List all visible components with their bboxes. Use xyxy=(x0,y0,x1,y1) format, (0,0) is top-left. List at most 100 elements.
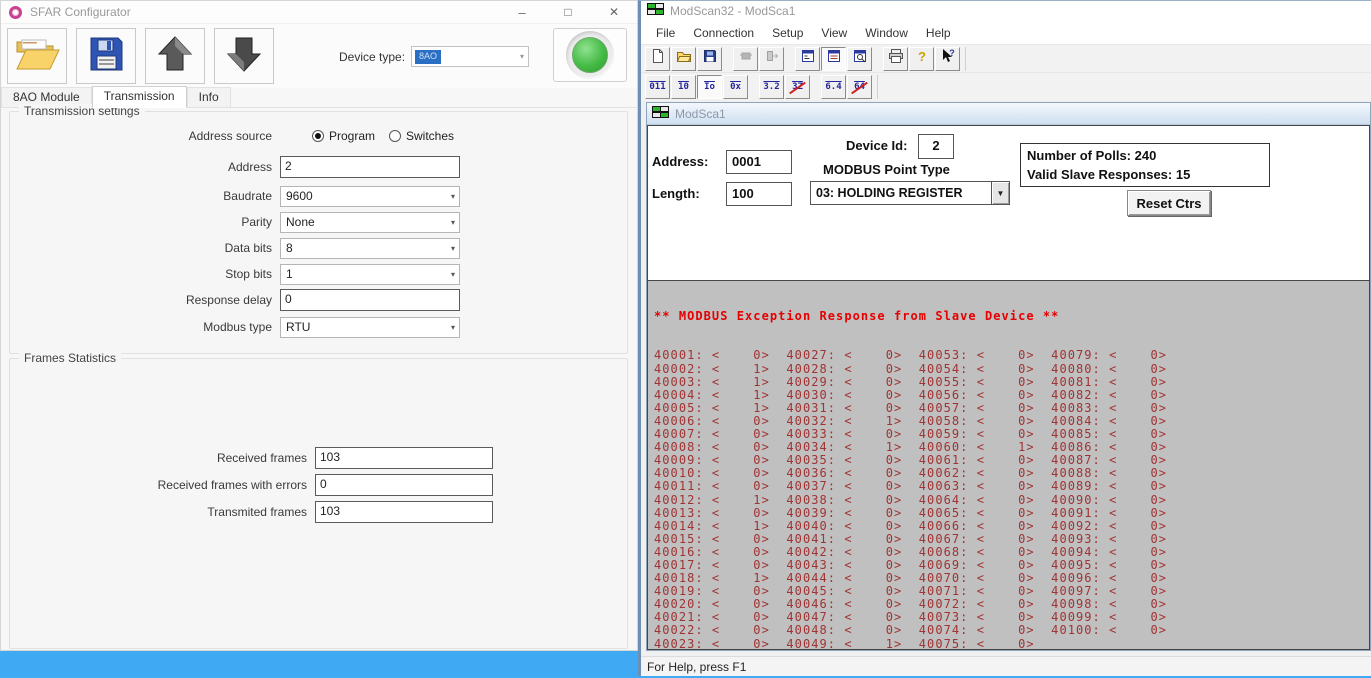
reset-ctrs-button[interactable]: Reset Ctrs xyxy=(1127,190,1211,216)
format-integer-button[interactable]: Io xyxy=(697,75,722,99)
baudrate-dropdown[interactable]: 9600 xyxy=(280,186,460,207)
open-config-button[interactable] xyxy=(7,28,67,84)
number-of-polls: Number of Polls: 240 xyxy=(1027,146,1263,165)
show-data-button[interactable] xyxy=(821,47,846,71)
open-file-button[interactable] xyxy=(671,47,696,71)
received-frames-label: Received frames xyxy=(10,451,307,465)
radio-program-circle[interactable] xyxy=(312,130,324,142)
format-hex-button[interactable]: 0x xyxy=(723,75,748,99)
arrow-up-icon xyxy=(155,34,195,79)
format-decimal-button[interactable]: 10 xyxy=(671,75,696,99)
register-grid: 40001: < 0> 40027: < 0> 40053: < 0> 4007… xyxy=(654,349,1369,650)
context-help-button[interactable]: ? xyxy=(935,47,960,71)
connection-status-button[interactable] xyxy=(553,28,627,82)
register-row: 40011: < 0> 40037: < 0> 40063: < 0> 4008… xyxy=(654,480,1369,493)
menu-view[interactable]: View xyxy=(812,26,856,40)
chevron-down-icon[interactable] xyxy=(991,182,1009,204)
show-definition-icon xyxy=(800,48,816,69)
sfar-tab-bar: 8AO Module Transmission Info xyxy=(1,88,637,108)
exception-response-header: ** MODBUS Exception Response from Slave … xyxy=(654,310,1369,323)
disconnect-button[interactable] xyxy=(759,47,784,71)
modscan-titlebar: ModScan32 - ModSca1 xyxy=(641,1,1371,21)
frames-statistics-legend: Frames Statistics xyxy=(19,351,121,365)
sfar-titlebar: SFAR Configurator xyxy=(1,1,637,24)
sfar-toolbar: Device type: 8AO xyxy=(1,24,637,88)
format-decimal-label: 10 xyxy=(678,82,689,92)
menu-help[interactable]: Help xyxy=(917,26,960,40)
context-help-icon: ? xyxy=(940,48,956,69)
radio-switches-label: Switches xyxy=(406,129,454,143)
connect-button[interactable] xyxy=(733,47,758,71)
new-file-button[interactable] xyxy=(645,47,670,71)
save-file-icon xyxy=(702,48,718,69)
save-file-button[interactable] xyxy=(697,47,722,71)
write-to-device-button[interactable] xyxy=(214,28,274,84)
address-input[interactable]: 2 xyxy=(280,156,460,178)
menu-file[interactable]: File xyxy=(647,26,684,40)
point-type-dropdown[interactable]: 03: HOLDING REGISTER xyxy=(810,181,1010,205)
modscan-menubar: File Connection Setup View Window Help xyxy=(641,21,1371,44)
device-type-selected-value: 8AO xyxy=(415,50,441,64)
device-type-label: Device type: xyxy=(339,50,405,64)
data-bits-value: 8 xyxy=(281,241,293,255)
new-file-icon xyxy=(650,48,666,69)
menu-setup[interactable]: Setup xyxy=(763,26,812,40)
minimize-button[interactable] xyxy=(499,1,545,23)
received-frames-errors-value[interactable]: 0 xyxy=(315,474,493,496)
modbus-type-value: RTU xyxy=(281,320,310,334)
register-row: 40023: < 0> 40049: < 1> 40075: < 0> xyxy=(654,638,1369,650)
radio-switches-circle[interactable] xyxy=(389,130,401,142)
transmited-frames-value[interactable]: 103 xyxy=(315,501,493,523)
format-double-button[interactable]: 6.4 xyxy=(821,75,846,99)
transmission-settings-group: Transmission settings Address source Pro… xyxy=(9,111,628,354)
tab-info[interactable]: Info xyxy=(187,87,231,107)
format-swapped-float-label: 3Z xyxy=(792,82,803,92)
radio-switches[interactable]: Switches xyxy=(389,129,454,143)
print-button[interactable] xyxy=(883,47,908,71)
stop-bits-label: Stop bits xyxy=(10,267,272,281)
device-type-dropdown[interactable]: 8AO xyxy=(411,46,529,67)
show-definition-button[interactable] xyxy=(795,47,820,71)
format-binary-button[interactable]: 011 xyxy=(645,75,670,99)
menu-window[interactable]: Window xyxy=(856,26,917,40)
chevron-down-icon xyxy=(451,192,455,201)
register-row: 40005: < 1> 40031: < 0> 40057: < 0> 4008… xyxy=(654,402,1369,415)
device-id-label: Device Id: xyxy=(846,138,907,153)
radio-program-label: Program xyxy=(329,129,375,143)
stop-bits-dropdown[interactable]: 1 xyxy=(280,264,460,285)
point-type-label: MODBUS Point Type xyxy=(823,162,950,177)
format-float-button[interactable]: 3.2 xyxy=(759,75,784,99)
received-frames-value[interactable]: 103 xyxy=(315,447,493,469)
parity-dropdown[interactable]: None xyxy=(280,212,460,233)
save-icon xyxy=(86,34,126,79)
close-button[interactable] xyxy=(591,1,637,23)
chevron-down-icon xyxy=(451,323,455,332)
show-traffic-button[interactable] xyxy=(847,47,872,71)
register-row: 40012: < 1> 40038: < 0> 40064: < 0> 4009… xyxy=(654,494,1369,507)
modbus-type-dropdown[interactable]: RTU xyxy=(280,317,460,338)
register-row: 40004: < 1> 40030: < 0> 40056: < 0> 4008… xyxy=(654,389,1369,402)
register-row: 40002: < 1> 40028: < 0> 40054: < 0> 4008… xyxy=(654,363,1369,376)
show-traffic-icon xyxy=(852,48,868,69)
menu-connection[interactable]: Connection xyxy=(684,26,763,40)
register-row: 40022: < 0> 40048: < 0> 40074: < 0> 4010… xyxy=(654,624,1369,637)
modsca1-titlebar: ModSca1 xyxy=(647,103,1370,125)
frames-statistics-group: Frames Statistics Received frames 103 Re… xyxy=(9,358,628,649)
save-config-button[interactable] xyxy=(76,28,136,84)
format-swapped-double-button[interactable]: 64 xyxy=(847,75,872,99)
address-field-input[interactable]: 0001 xyxy=(726,150,792,174)
register-row: 40015: < 0> 40041: < 0> 40067: < 0> 4009… xyxy=(654,533,1369,546)
tab-transmission[interactable]: Transmission xyxy=(92,86,187,108)
radio-program[interactable]: Program xyxy=(312,129,375,143)
green-led-icon xyxy=(572,37,608,73)
about-icon: ? xyxy=(914,48,930,69)
format-swapped-double-label: 64 xyxy=(854,82,865,92)
device-id-input[interactable]: 2 xyxy=(918,134,954,159)
format-swapped-float-button[interactable]: 3Z xyxy=(785,75,810,99)
length-field-input[interactable]: 100 xyxy=(726,182,792,206)
about-button[interactable]: ? xyxy=(909,47,934,71)
maximize-button[interactable] xyxy=(545,1,591,23)
response-delay-input[interactable]: 0 xyxy=(280,289,460,311)
data-bits-dropdown[interactable]: 8 xyxy=(280,238,460,259)
read-from-device-button[interactable] xyxy=(145,28,205,84)
